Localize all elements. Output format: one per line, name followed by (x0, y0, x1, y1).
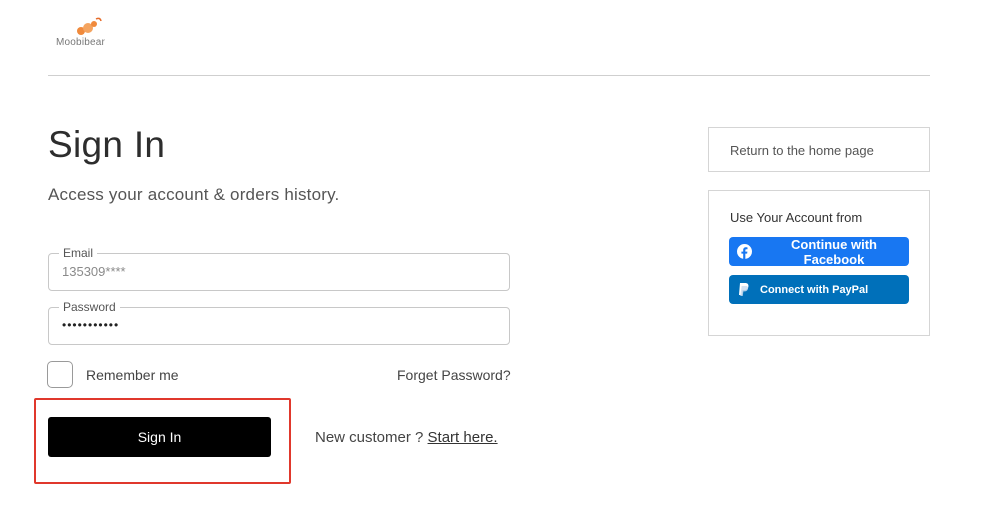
password-label: Password (59, 300, 120, 314)
new-customer-text: New customer ? (315, 429, 424, 446)
paypal-icon (737, 282, 750, 298)
email-field[interactable]: Email 135309**** (48, 246, 510, 291)
return-home-link[interactable]: Return to the home page (730, 143, 874, 158)
remember-me-checkbox[interactable] (47, 361, 73, 388)
forget-password-link[interactable]: Forget Password? (397, 367, 511, 383)
brand-logo[interactable]: Moobibear (56, 16, 126, 50)
sign-in-button[interactable]: Sign In (48, 417, 271, 457)
header-divider (48, 75, 930, 76)
facebook-icon (737, 244, 752, 259)
social-login-box: Use Your Account from Continue with Face… (708, 190, 930, 336)
email-label: Email (59, 246, 98, 260)
password-value: ••••••••••• (62, 318, 120, 332)
facebook-login-button[interactable]: Continue with Facebook (729, 236, 909, 267)
social-login-title: Use Your Account from (730, 210, 863, 225)
brand-name: Moobibear (56, 37, 106, 48)
new-customer-prompt: New customer ? Start here. (315, 429, 498, 446)
home-link-box: Return to the home page (708, 127, 930, 172)
paypal-label: Connect with PayPal (760, 283, 869, 296)
remember-me-label[interactable]: Remember me (86, 367, 179, 383)
email-value: 135309**** (62, 264, 126, 279)
paypal-login-button[interactable]: Connect with PayPal (729, 275, 909, 304)
page-subtitle: Access your account & orders history. (48, 185, 340, 204)
start-here-link[interactable]: Start here. (428, 429, 498, 446)
page-title: Sign In (48, 124, 166, 165)
facebook-label: Continue with Facebook (791, 236, 877, 267)
bear-logo-icon (77, 17, 102, 35)
password-field[interactable]: Password ••••••••••• (48, 300, 510, 345)
